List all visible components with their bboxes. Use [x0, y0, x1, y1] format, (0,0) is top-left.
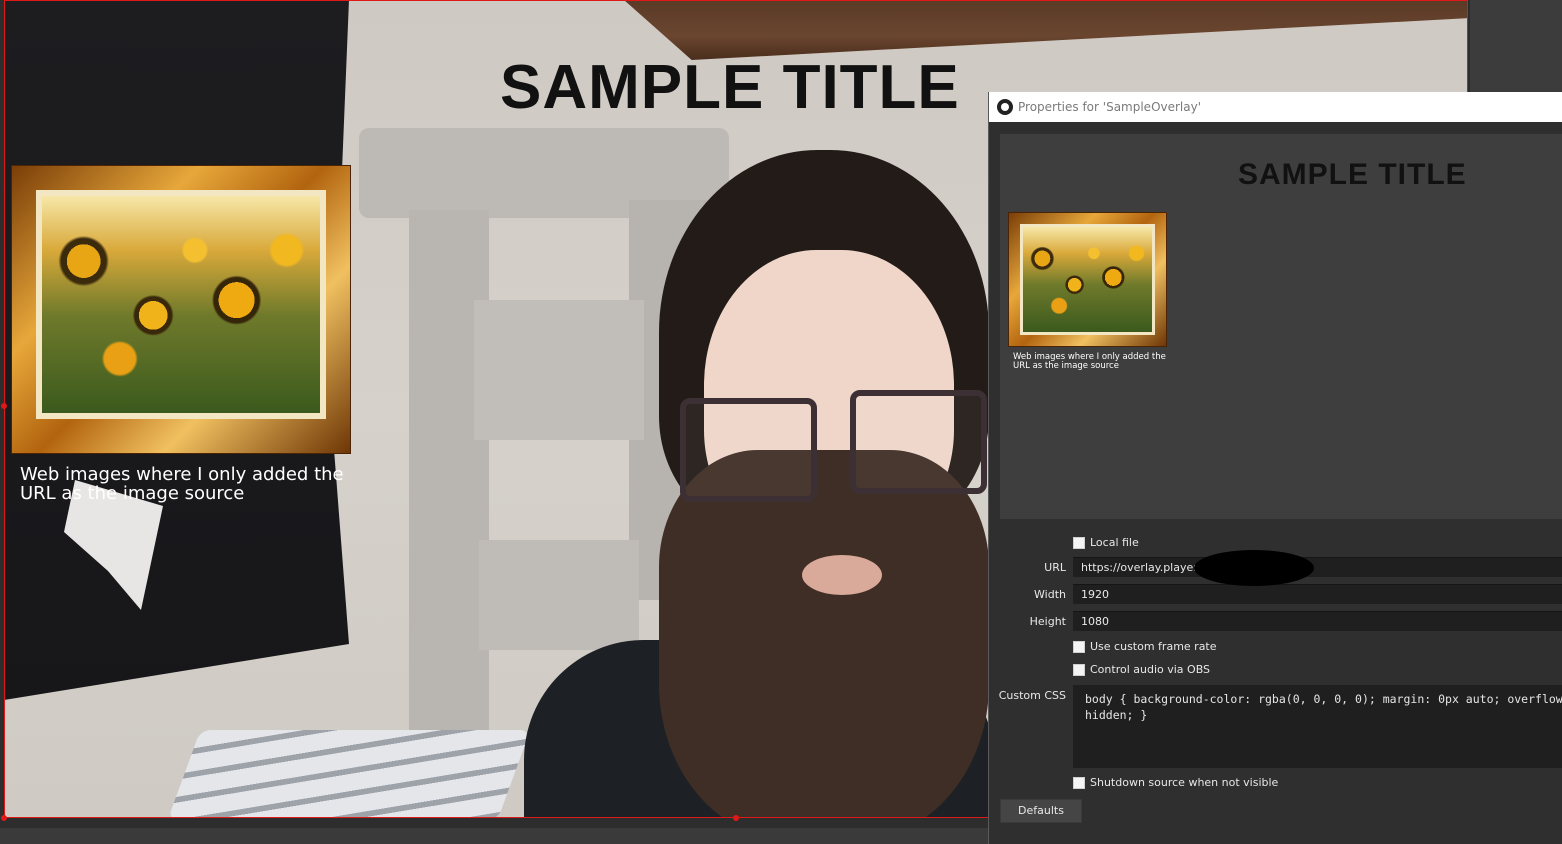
preview-sunflower-photo	[1023, 227, 1152, 332]
cat-tree-post	[409, 210, 489, 770]
resize-handle[interactable]	[733, 815, 739, 821]
preview-caption-line2: URL as the image source	[1013, 361, 1119, 371]
preview-framed-image	[1009, 213, 1166, 346]
width-label: Width	[1034, 588, 1066, 601]
local-file-checkbox[interactable]	[1073, 537, 1085, 549]
ceiling-beam	[624, 0, 1468, 60]
overlay-caption-line2: URL as the image source	[20, 483, 245, 504]
height-label: Height	[1029, 615, 1066, 628]
overlay-caption-line1: Web images where I only added the	[20, 464, 344, 485]
overlay-title: SAMPLE TITLE	[500, 53, 960, 122]
custom-css-label: Custom CSS	[998, 689, 1066, 702]
height-input[interactable]: 1080	[1073, 611, 1562, 631]
radiator	[167, 730, 531, 818]
properties-dialog: Properties for 'SampleOverlay' SAMPLE TI…	[988, 92, 1562, 844]
glasses-lens	[850, 390, 987, 494]
sunflower-photo	[42, 196, 320, 413]
person-mouth	[802, 555, 882, 595]
dialog-title: Properties for 'SampleOverlay'	[1018, 100, 1202, 114]
cat-tree-shelf	[474, 300, 644, 440]
url-label: URL	[1044, 561, 1066, 574]
shutdown-source-label: Shutdown source when not visible	[1090, 776, 1279, 789]
glasses-lens	[680, 398, 817, 502]
custom-css-textarea[interactable]: body { background-color: rgba(0, 0, 0, 0…	[1073, 685, 1562, 768]
custom-frame-rate-checkbox[interactable]	[1073, 641, 1085, 653]
width-input[interactable]: 1920	[1073, 584, 1562, 604]
shutdown-source-checkbox[interactable]	[1073, 777, 1085, 789]
local-file-label: Local file	[1090, 536, 1139, 549]
defaults-button[interactable]: Defaults	[1000, 799, 1082, 823]
preview-title: SAMPLE TITLE	[1238, 158, 1467, 191]
custom-frame-rate-label: Use custom frame rate	[1090, 640, 1217, 653]
control-audio-label: Control audio via OBS	[1090, 663, 1211, 676]
person-beard	[659, 450, 989, 818]
framed-image	[12, 166, 350, 453]
cat-tree-shelf	[479, 540, 639, 650]
dialog-source-preview: SAMPLE TITLE Web images where I only add…	[1000, 134, 1562, 519]
obs-logo-icon	[997, 99, 1013, 115]
dialog-titlebar[interactable]: Properties for 'SampleOverlay'	[989, 92, 1562, 122]
redaction-mark	[1194, 550, 1314, 586]
url-input[interactable]: https://overlay.player.me	[1073, 557, 1562, 577]
resize-handle[interactable]	[1, 403, 7, 409]
resize-handle[interactable]	[1, 815, 7, 821]
control-audio-checkbox[interactable]	[1073, 664, 1085, 676]
obs-workspace-background	[1470, 0, 1562, 92]
